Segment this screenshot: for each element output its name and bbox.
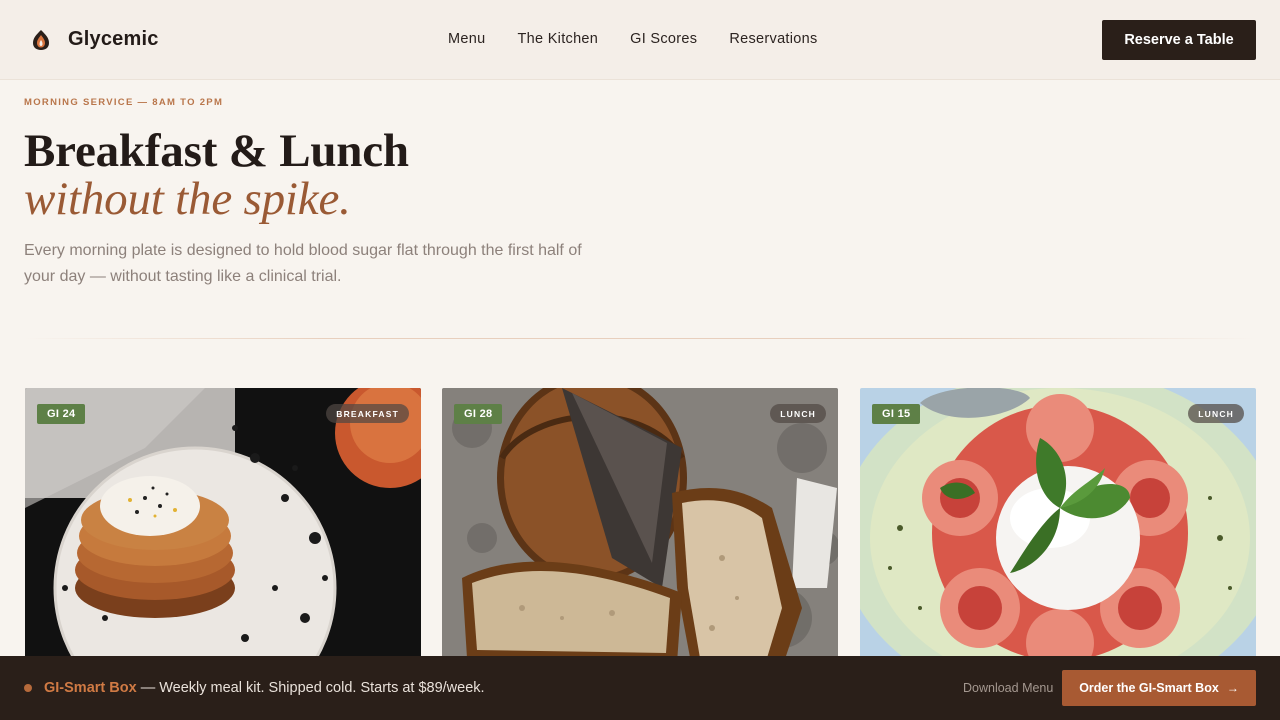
flame-logo-icon	[33, 29, 49, 50]
nav-item-the-kitchen[interactable]: The Kitchen	[517, 31, 598, 47]
menu-card-lunch-burrata[interactable]: GI 15 LUNCH	[860, 388, 1256, 678]
reserve-table-button[interactable]: Reserve a Table	[1102, 20, 1256, 60]
download-menu-link[interactable]: Download Menu	[963, 681, 1053, 695]
gi-score-badge: GI 24	[37, 404, 86, 424]
gi-score-badge: GI 15	[872, 404, 921, 424]
hero-description: Every morning plate is designed to hold …	[24, 242, 582, 285]
nav-item-reservations[interactable]: Reservations	[729, 31, 817, 47]
page-subtitle: without the spike.	[24, 173, 351, 225]
menu-card-lunch-bread[interactable]: GI 28 LUNCH	[442, 388, 838, 678]
category-badge: BREAKFAST	[326, 404, 409, 423]
category-badge: LUNCH	[770, 404, 826, 423]
order-button-label: Order the GI-Smart Box	[1079, 681, 1219, 695]
promo-bar: GI-Smart Box — Weekly meal kit. Shipped …	[0, 656, 1280, 720]
service-hours-eyebrow: MORNING SERVICE — 8AM TO 2PM	[24, 97, 224, 108]
page-title: Breakfast & Lunch	[24, 125, 409, 177]
status-dot-icon	[24, 684, 32, 692]
order-box-button[interactable]: Order the GI-Smart Box →	[1062, 670, 1256, 706]
nav-item-gi-scores[interactable]: GI Scores	[630, 31, 697, 47]
promo-product-name[interactable]: GI-Smart Box	[44, 680, 137, 696]
arrow-right-icon: →	[1226, 681, 1239, 695]
brand-name: Glycemic	[68, 28, 159, 50]
menu-card-breakfast[interactable]: GI 24 BREAKFAST	[25, 388, 421, 678]
brand[interactable]: Glycemic	[30, 28, 159, 51]
site-header: Glycemic Menu The Kitchen GI Scores Rese…	[0, 0, 1280, 80]
nav-item-menu[interactable]: Menu	[448, 31, 485, 47]
promo-description: — Weekly meal kit. Shipped cold. Starts …	[136, 680, 485, 696]
burrata-tomato-photo	[860, 388, 1256, 678]
section-divider	[24, 338, 1256, 339]
pancake-stack-photo	[25, 388, 421, 678]
category-badge: LUNCH	[1188, 404, 1244, 423]
sourdough-loaf-photo	[442, 388, 838, 678]
promo-text: GI-Smart Box — Weekly meal kit. Shipped …	[44, 680, 485, 696]
main-nav: Menu The Kitchen GI Scores Reservations	[448, 31, 850, 47]
gi-score-badge: GI 28	[454, 404, 503, 424]
